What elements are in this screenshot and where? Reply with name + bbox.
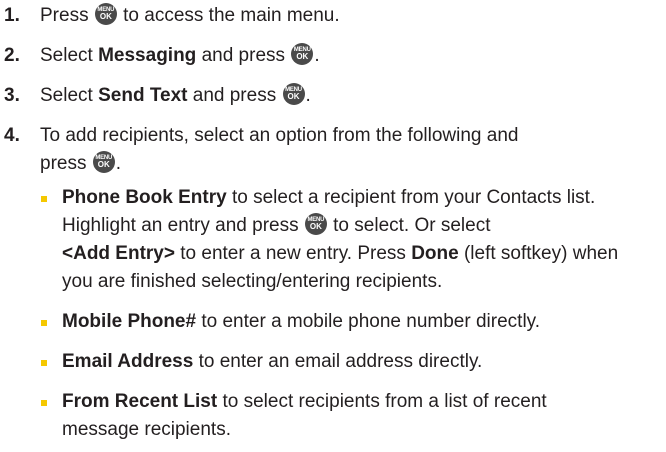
option-name: Mobile Phone# <box>62 311 197 332</box>
option-text: to enter a mobile phone number directly. <box>201 311 541 332</box>
option-text: (left softkey) when <box>463 243 619 264</box>
option-text: to select recipients from a list of rece… <box>222 391 547 412</box>
menu-ok-key-icon: MENU OK <box>94 3 117 25</box>
softkey-name: Done <box>411 243 459 264</box>
instructions-page: 1. Press MENU OK to access the main menu.… <box>0 2 666 452</box>
recipient-options-list: Phone Book Entry to select a recipient f… <box>40 184 666 444</box>
option-mobile-phone: Mobile Phone# to enter a mobile phone nu… <box>40 308 666 336</box>
menu-item-name: Send Text <box>98 85 188 106</box>
option-name: Phone Book Entry <box>62 187 227 208</box>
menu-ok-key-icon: MENU OK <box>304 213 327 235</box>
menu-ok-key-icon: MENU OK <box>291 43 314 65</box>
step-text: . <box>314 45 320 66</box>
step-number: 3. <box>4 85 20 106</box>
step-text: Select <box>40 85 93 106</box>
option-text: message recipients. <box>62 419 231 440</box>
option-text: Highlight an entry and press <box>62 215 299 236</box>
option-phone-book-entry: Phone Book Entry to select a recipient f… <box>40 184 666 296</box>
key-label-bottom: OK <box>296 52 309 61</box>
option-text: you are finished selecting/entering reci… <box>62 271 443 292</box>
step-2: 2. Select Messaging and press MENU OK. <box>0 42 666 70</box>
step-text: To add recipients, select an option from… <box>40 125 519 146</box>
bullet-icon <box>41 360 47 366</box>
step-text: press <box>40 153 87 174</box>
step-text: to access the main menu. <box>123 5 340 26</box>
step-text: . <box>115 153 122 174</box>
step-3: 3. Select Send Text and press MENU OK. <box>0 82 666 110</box>
key-label-bottom: OK <box>99 12 112 21</box>
step-number: 1. <box>4 5 20 26</box>
steps-list: 1. Press MENU OK to access the main menu.… <box>0 2 666 444</box>
option-name: <Add Entry> <box>62 243 175 264</box>
step-4: 4. To add recipients, select an option f… <box>0 122 666 444</box>
bullet-icon <box>41 320 47 326</box>
option-text: to select a recipient from your Contacts… <box>231 187 596 208</box>
key-label-bottom: OK <box>97 160 110 169</box>
step-text: and press <box>201 45 286 66</box>
step-number: 2. <box>4 45 20 66</box>
step-text: . <box>305 85 311 106</box>
option-name: From Recent List <box>62 391 218 412</box>
option-from-recent-list: From Recent List to select recipients fr… <box>40 388 666 444</box>
step-number: 4. <box>4 125 20 146</box>
menu-item-name: Messaging <box>98 45 197 66</box>
option-text: to enter a new entry. Press <box>180 243 406 264</box>
step-text: Press <box>40 5 89 26</box>
option-name: Email Address <box>62 351 194 372</box>
step-1: 1. Press MENU OK to access the main menu. <box>0 2 666 30</box>
step-text: Select <box>40 45 93 66</box>
option-text: to select. Or select <box>333 215 491 236</box>
menu-ok-key-icon: MENU OK <box>92 151 115 173</box>
key-label-bottom: OK <box>309 222 322 231</box>
bullet-icon <box>41 196 47 202</box>
option-email-address: Email Address to enter an email address … <box>40 348 666 376</box>
key-label-bottom: OK <box>287 92 300 101</box>
bullet-icon <box>41 400 47 406</box>
step-text: and press <box>192 85 277 106</box>
option-text: to enter an email address directly. <box>198 351 483 372</box>
menu-ok-key-icon: MENU OK <box>282 83 305 105</box>
